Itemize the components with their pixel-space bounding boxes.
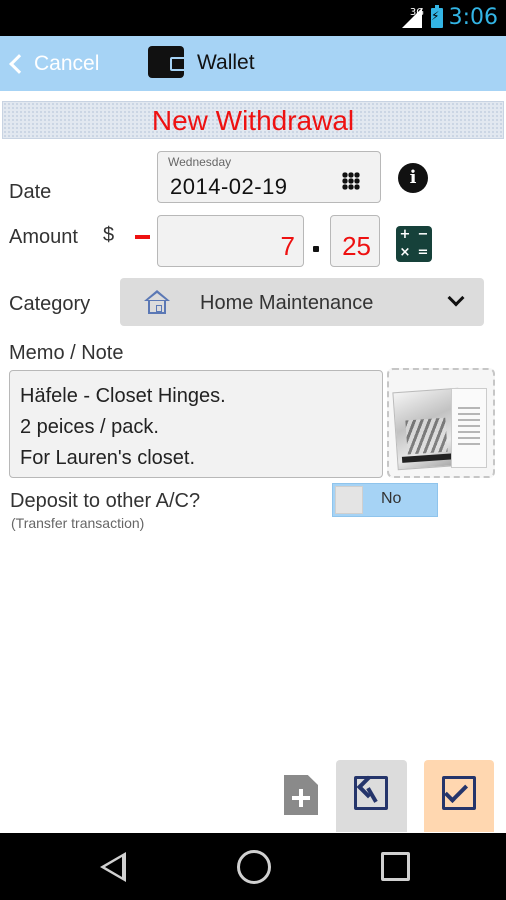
toggle-knob[interactable]	[335, 486, 363, 514]
toggle-label: No	[381, 490, 402, 507]
amount-whole-field[interactable]: 7	[157, 215, 304, 267]
chevron-down-icon	[447, 289, 465, 307]
memo-line: For Lauren's closet.	[20, 447, 196, 469]
action-bar: Cancel Wallet	[0, 36, 506, 91]
cancel-label: Cancel	[34, 51, 100, 75]
memo-line: 2 peices / pack.	[20, 416, 159, 438]
house-icon	[144, 290, 170, 314]
category-dropdown[interactable]: Home Maintenance	[120, 278, 484, 326]
date-label: Date	[9, 181, 52, 203]
cancel-button[interactable]: Cancel	[4, 36, 114, 91]
deposit-subtitle: (Transfer transaction)	[11, 515, 145, 531]
calculator-icon[interactable]: + − × =	[396, 226, 432, 262]
decimal-point	[313, 246, 319, 252]
app-title: Wallet	[197, 51, 255, 74]
screen: 3G 3:06 Cancel Wallet New Withdrawal Dat…	[0, 0, 506, 900]
date-picker[interactable]: Wednesday 2014-02-19	[157, 151, 381, 203]
chevron-left-icon	[9, 53, 29, 74]
currency-symbol: $	[103, 224, 115, 246]
recent-apps-icon[interactable]	[381, 852, 410, 881]
date-value: 2014-02-19	[170, 174, 288, 199]
negative-sign-icon[interactable]	[135, 235, 150, 239]
category-label: Category	[9, 293, 91, 315]
deposit-question: Deposit to other A/C?	[10, 490, 201, 512]
clock: 3:06	[448, 5, 498, 30]
battery-icon	[431, 5, 443, 28]
calendar-grid-icon	[342, 172, 360, 190]
memo-textarea[interactable]: Häfele - Closet Hinges. 2 peices / pack.…	[9, 370, 383, 478]
receipt-photo-thumbnail[interactable]	[387, 368, 495, 478]
info-icon[interactable]: i	[398, 163, 428, 193]
save-button[interactable]	[424, 760, 494, 832]
category-value: Home Maintenance	[200, 292, 374, 314]
new-transaction-button[interactable]	[284, 775, 320, 817]
memo-line: Häfele - Closet Hinges.	[20, 385, 226, 407]
status-bar: 3G 3:06	[0, 0, 506, 36]
page-header: New Withdrawal	[2, 101, 504, 139]
amount-label: Amount	[9, 226, 78, 248]
wallet-icon	[148, 46, 186, 78]
back-icon[interactable]	[96, 850, 130, 884]
network-type: 3G	[409, 7, 424, 18]
revert-button[interactable]	[336, 760, 407, 832]
page-title: New Withdrawal	[151, 105, 355, 136]
home-icon[interactable]	[237, 850, 271, 884]
weekday-text: Wednesday	[168, 155, 232, 169]
receipt-card-image	[451, 388, 487, 468]
transfer-toggle[interactable]: No	[332, 483, 438, 517]
amount-cents-field[interactable]: 25	[330, 215, 380, 267]
memo-label: Memo / Note	[9, 342, 124, 364]
